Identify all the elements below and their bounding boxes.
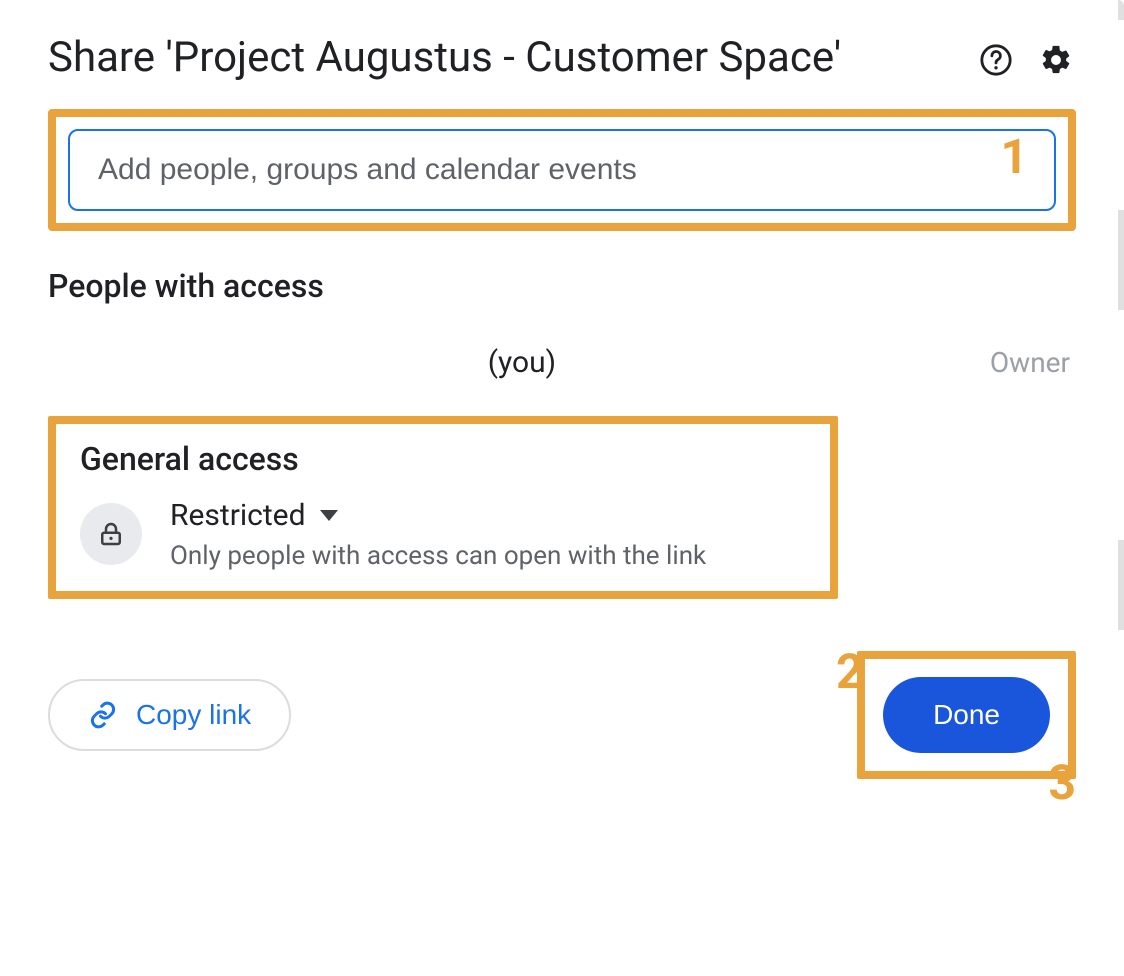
- general-access-highlight: General access Restricted Only people wi…: [48, 416, 838, 599]
- dialog-title: Share 'Project Augustus - Customer Space…: [48, 32, 841, 85]
- add-people-input[interactable]: [68, 129, 1056, 211]
- share-dialog: Share 'Project Augustus - Customer Space…: [0, 0, 1124, 819]
- annotation-2: 2: [836, 643, 864, 700]
- annotation-1: 1: [1000, 128, 1028, 185]
- dialog-footer: Copy link Done: [48, 651, 1076, 779]
- lock-icon: [96, 519, 126, 549]
- people-with-access-heading: People with access: [48, 267, 1076, 305]
- role-label: Owner: [990, 346, 1070, 379]
- copy-link-label: Copy link: [136, 699, 251, 731]
- annotation-3: 3: [1048, 754, 1076, 811]
- general-access-text: Restricted Only people with access can o…: [170, 498, 706, 571]
- settings-button[interactable]: [1036, 40, 1076, 80]
- edge-decoration: [1118, 210, 1124, 310]
- done-label: Done: [933, 699, 1000, 730]
- access-mode-dropdown[interactable]: Restricted: [170, 498, 706, 533]
- general-access-heading: General access: [80, 440, 806, 478]
- header-actions: [976, 32, 1076, 80]
- help-button[interactable]: [976, 40, 1016, 80]
- access-icon-badge: [80, 503, 142, 565]
- dialog-header: Share 'Project Augustus - Customer Space…: [48, 32, 1076, 85]
- general-access-row: Restricted Only people with access can o…: [80, 498, 806, 571]
- you-label: (you): [54, 345, 990, 380]
- access-mode-label: Restricted: [170, 498, 306, 533]
- edge-decoration: [1118, 0, 1124, 20]
- edge-decoration: [1118, 540, 1124, 630]
- chevron-down-icon: [320, 510, 338, 521]
- done-button[interactable]: Done: [883, 677, 1050, 753]
- done-highlight: Done: [857, 651, 1076, 779]
- help-icon: [979, 43, 1013, 77]
- gear-icon: [1039, 43, 1073, 77]
- link-icon: [88, 700, 118, 730]
- access-mode-description: Only people with access can open with th…: [170, 541, 706, 571]
- copy-link-button[interactable]: Copy link: [48, 679, 291, 751]
- add-people-highlight: [48, 109, 1076, 231]
- access-row-you: (you) Owner: [48, 333, 1076, 416]
